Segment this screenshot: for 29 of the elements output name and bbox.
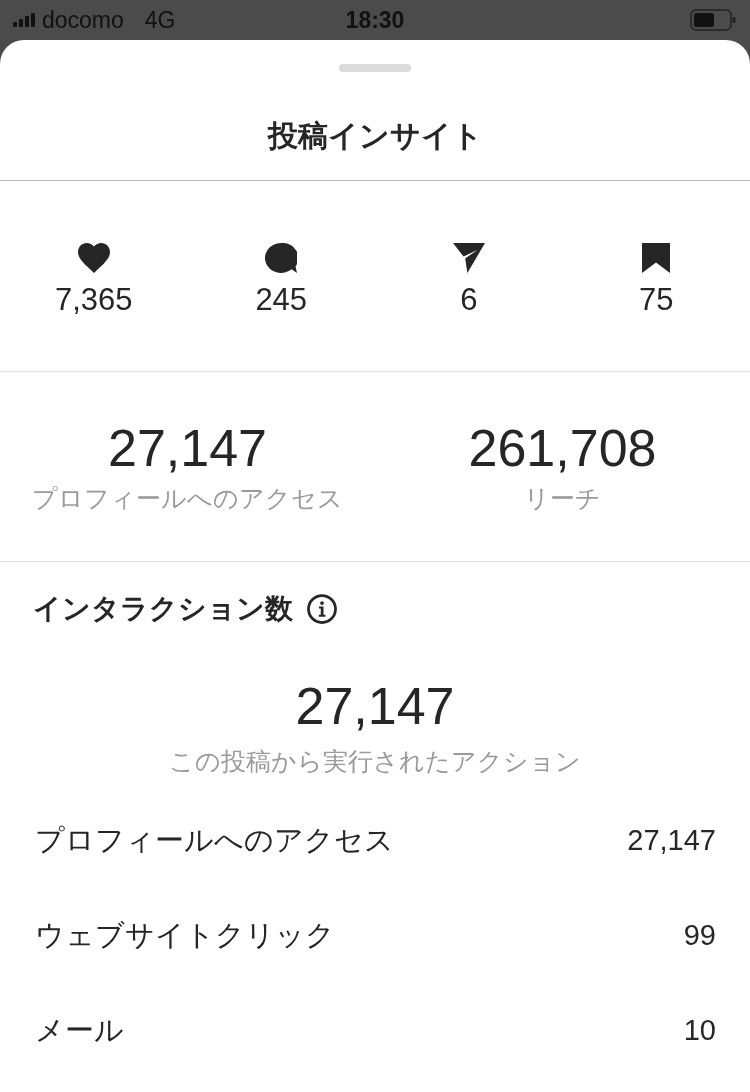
network-type: 4G <box>144 6 176 34</box>
engagement-count: 75 <box>639 282 674 318</box>
clock-time: 18:30 <box>345 6 405 34</box>
engagement-count: 7,365 <box>54 282 133 318</box>
drag-handle[interactable] <box>339 64 411 72</box>
chat-bubble-icon <box>265 243 298 273</box>
section-title: インタラクション数 <box>33 592 293 626</box>
metric-label: メール <box>35 1012 124 1048</box>
engagement-count: 6 <box>460 282 478 318</box>
summary-label: リーチ <box>524 483 601 514</box>
sheet-title: 投稿インサイト <box>267 118 483 154</box>
bookmark-icon <box>642 243 671 273</box>
carrier-name: docomo <box>42 6 124 34</box>
summary-value: 27,147 <box>107 418 267 478</box>
interactions-caption: この投稿から実行されたアクション <box>169 746 581 777</box>
paper-plane-icon <box>452 243 485 273</box>
heart-icon <box>77 243 110 273</box>
battery-icon <box>690 9 736 31</box>
metric-value: 10 <box>683 1012 716 1048</box>
engagement-count: 245 <box>255 282 308 318</box>
signal-bars-icon <box>13 13 35 27</box>
metric-value: 27,147 <box>627 822 716 858</box>
interactions-total: 27,147 <box>295 676 455 736</box>
metric-label: ウェブサイトクリック <box>35 917 335 953</box>
metric-label: プロフィールへのアクセス <box>35 822 394 858</box>
summary-label: プロフィールへのアクセス <box>32 483 343 514</box>
summary-value: 261,708 <box>468 418 657 478</box>
metric-value: 99 <box>683 917 716 953</box>
info-icon[interactable] <box>307 594 337 624</box>
